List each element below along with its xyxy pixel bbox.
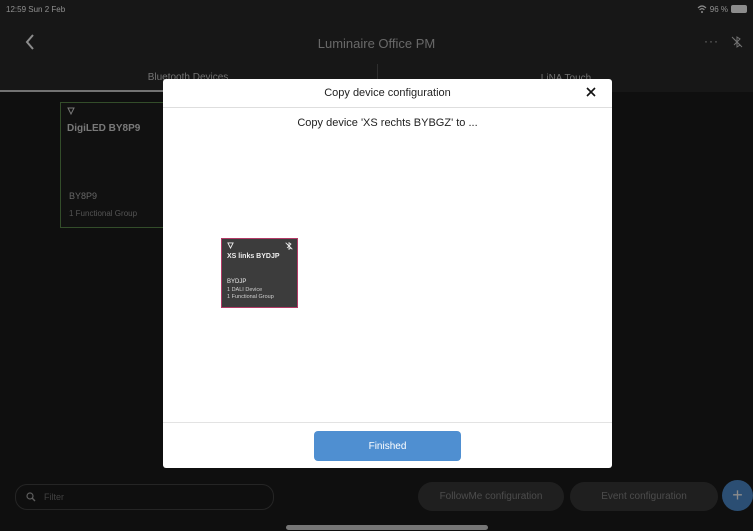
close-icon[interactable] bbox=[584, 85, 598, 99]
finished-button[interactable]: Finished bbox=[314, 431, 461, 461]
dialog-footer: Finished bbox=[163, 422, 612, 468]
device-group-count: 1 Functional Group bbox=[227, 294, 274, 300]
target-device-card[interactable]: XS links BYDJP BYDJP 1 DALI Device 1 Fun… bbox=[221, 238, 298, 308]
dialog-header: Copy device configuration bbox=[163, 79, 612, 108]
bluetooth-disconnect-icon bbox=[285, 242, 293, 250]
copy-configuration-dialog: Copy device configuration Copy device 'X… bbox=[163, 79, 612, 468]
dialog-title: Copy device configuration bbox=[324, 87, 451, 99]
app-screen: 12:59 Sun 2 Feb 96 % Luminaire Office PM… bbox=[0, 0, 753, 531]
device-dali-count: 1 DALI Device bbox=[227, 287, 263, 293]
dialog-subtitle: Copy device 'XS rechts BYBGZ' to ... bbox=[297, 117, 478, 129]
device-name: XS links BYDJP bbox=[227, 253, 280, 260]
location-pin-icon bbox=[227, 242, 234, 249]
device-code: BYDJP bbox=[227, 279, 247, 285]
